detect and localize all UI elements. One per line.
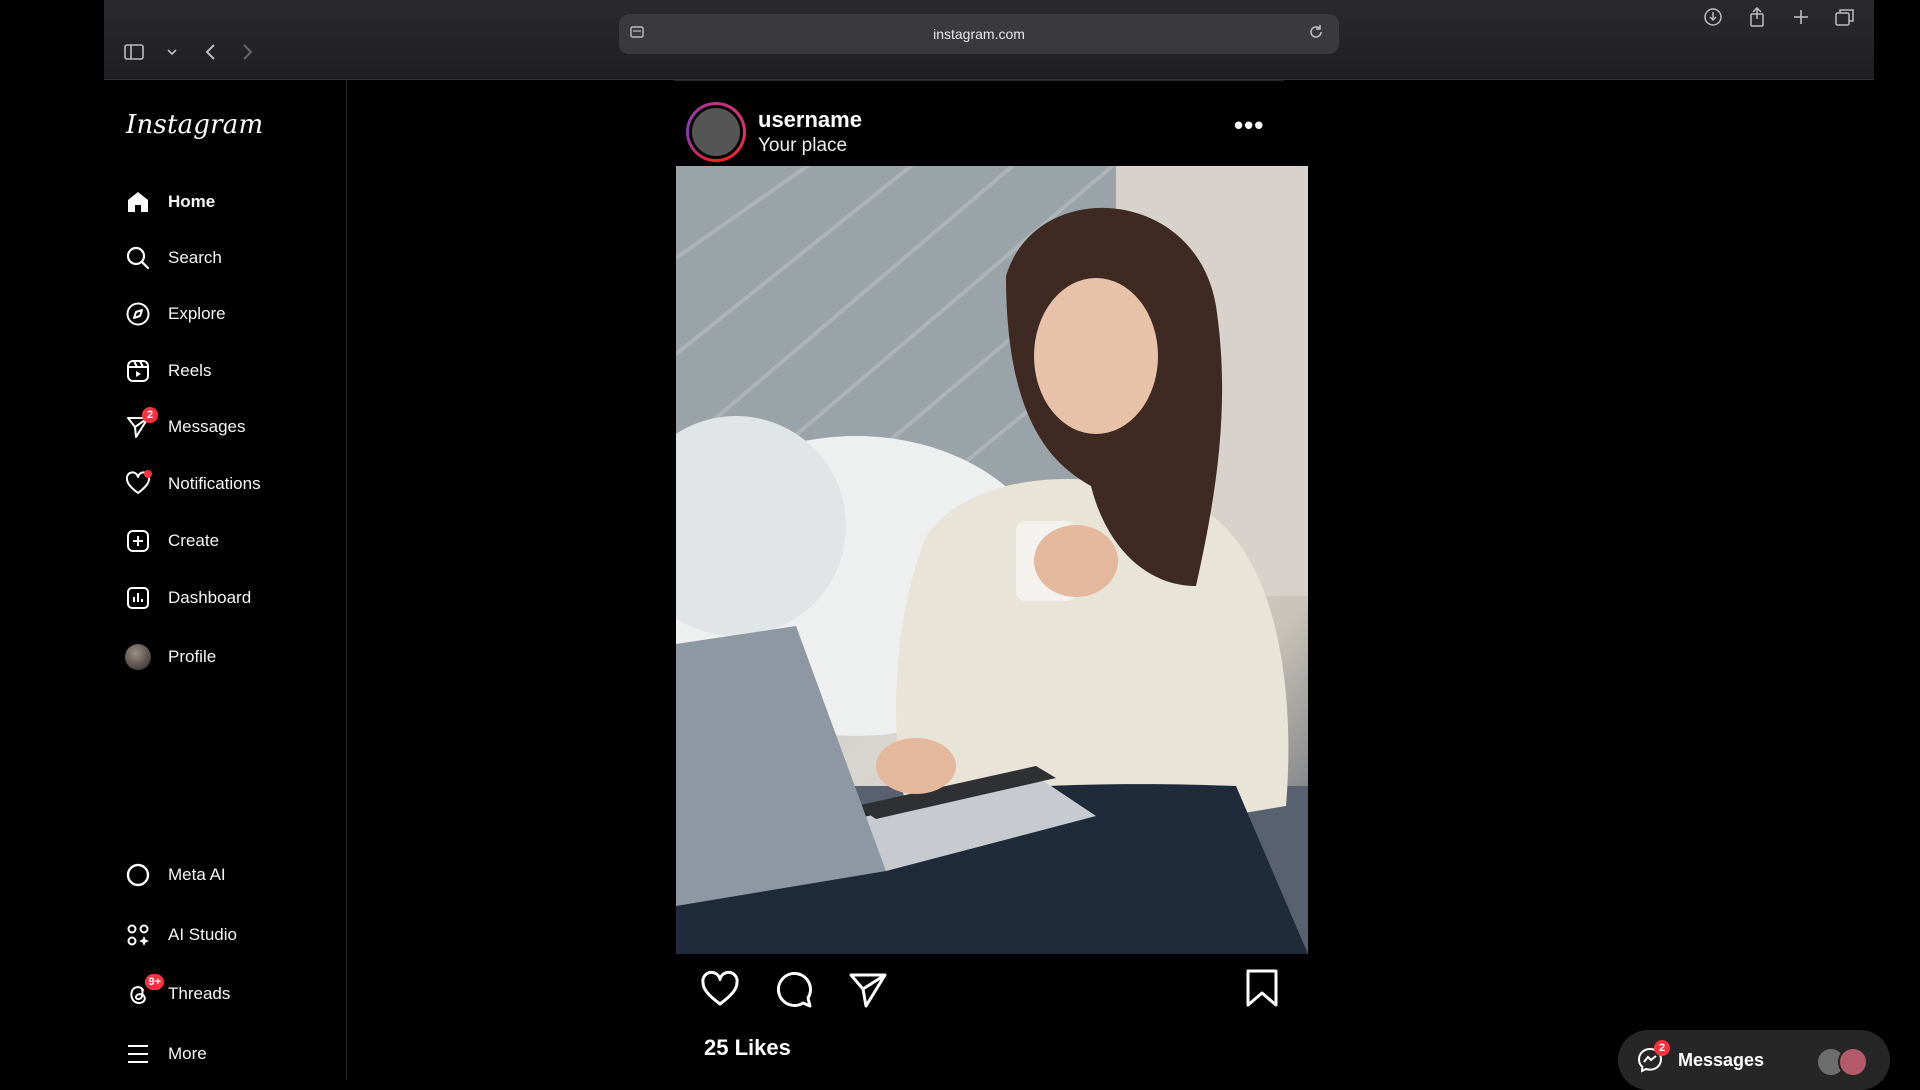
share-icon[interactable]	[1746, 6, 1768, 28]
sidebar-item-label: Search	[168, 248, 222, 267]
messages-pill-badge: 2	[1654, 1040, 1670, 1056]
sidebar-item-explore[interactable]: Explore	[124, 294, 226, 334]
sidebar-item-more[interactable]: More	[124, 1034, 207, 1074]
heart-icon	[124, 470, 152, 498]
sidebar-item-label: Create	[168, 531, 220, 550]
new-tab-icon[interactable]	[1790, 6, 1812, 28]
post-actions	[700, 970, 888, 1010]
share-paper-plane-icon[interactable]	[848, 970, 888, 1010]
browser-toolbar: instagram.com	[104, 0, 1874, 80]
post-location[interactable]: Your place	[758, 135, 862, 157]
sidebar: Instagram Home Search Explore Reels 2 Me…	[104, 80, 347, 1080]
address-bar[interactable]: instagram.com	[619, 14, 1339, 54]
sidebar-item-label: Explore	[168, 304, 226, 323]
home-icon	[124, 188, 152, 216]
messenger-icon: 2	[1636, 1040, 1670, 1074]
sidebar-item-label: Meta AI	[168, 865, 226, 884]
sidebar-item-dashboard[interactable]: Dashboard	[124, 578, 251, 618]
reels-icon	[124, 357, 152, 385]
messages-badge: 2	[142, 407, 158, 423]
sidebar-item-label: Threads	[168, 984, 231, 1003]
sidebar-item-label: Home	[168, 192, 216, 211]
sidebar-item-profile[interactable]: Profile	[124, 637, 216, 677]
sidebar-item-label: AI Studio	[168, 925, 237, 944]
profile-avatar	[124, 643, 152, 671]
comment-icon[interactable]	[774, 970, 814, 1010]
browser-actions	[1702, 6, 1856, 28]
threads-icon: 9+	[124, 974, 164, 1008]
tab-overview-icon[interactable]	[1834, 6, 1856, 28]
back-arrow-icon[interactable]	[198, 40, 222, 64]
sidebar-item-label: Reels	[168, 361, 212, 380]
more-options-icon[interactable]: •••	[1234, 110, 1264, 141]
sidebar-item-label: More	[168, 1044, 207, 1063]
sidebar-toggle-icon[interactable]	[122, 40, 146, 64]
post-author-avatar[interactable]	[686, 102, 746, 162]
site-settings-icon[interactable]	[629, 24, 649, 44]
recent-contacts-avatars	[1816, 1047, 1868, 1077]
sidebar-item-reels[interactable]: Reels	[124, 351, 211, 391]
messages-pill-label: Messages	[1678, 1049, 1765, 1070]
post-image[interactable]	[676, 166, 1308, 954]
search-icon	[124, 244, 152, 272]
instagram-logo[interactable]: Instagram	[126, 110, 263, 140]
sidebar-item-home[interactable]: Home	[124, 182, 215, 222]
plus-square-icon	[124, 527, 152, 555]
divider	[674, 80, 1284, 81]
sidebar-item-ai-studio[interactable]: AI Studio	[124, 915, 237, 955]
sidebar-item-create[interactable]: Create	[124, 521, 219, 561]
ai-studio-icon	[124, 921, 152, 949]
hamburger-icon	[124, 1040, 152, 1068]
sidebar-item-notifications[interactable]: Notifications	[124, 464, 261, 504]
forward-arrow-icon[interactable]	[236, 40, 260, 64]
url-text: instagram.com	[933, 26, 1025, 42]
like-heart-icon[interactable]	[700, 970, 740, 1010]
messages-floating-button[interactable]: 2 Messages	[1618, 1030, 1890, 1090]
browser-nav-controls	[122, 40, 260, 64]
bookmark-icon[interactable]	[1244, 968, 1284, 1008]
meta-ai-icon	[124, 861, 152, 889]
post-header: username Your place	[686, 102, 862, 162]
sidebar-item-threads[interactable]: 9+ Threads	[124, 974, 230, 1014]
sidebar-item-label: Messages	[168, 417, 246, 436]
bar-chart-icon	[124, 584, 152, 612]
sidebar-item-meta-ai[interactable]: Meta AI	[124, 855, 226, 895]
threads-badge: 9+	[145, 974, 164, 990]
notification-dot	[144, 470, 152, 478]
download-icon[interactable]	[1702, 6, 1724, 28]
likes-count[interactable]: 25 Likes	[704, 1035, 791, 1061]
compass-icon	[124, 300, 152, 328]
post-username[interactable]: username	[758, 107, 862, 133]
sidebar-item-label: Notifications	[168, 474, 261, 493]
reload-icon[interactable]	[1307, 23, 1327, 43]
sidebar-item-messages[interactable]: 2 Messages	[124, 407, 245, 447]
messenger-icon: 2	[124, 407, 158, 441]
sidebar-item-label: Profile	[168, 647, 217, 666]
sidebar-item-label: Dashboard	[168, 588, 252, 607]
chevron-down-icon[interactable]	[160, 40, 184, 64]
sidebar-item-search[interactable]: Search	[124, 238, 222, 278]
